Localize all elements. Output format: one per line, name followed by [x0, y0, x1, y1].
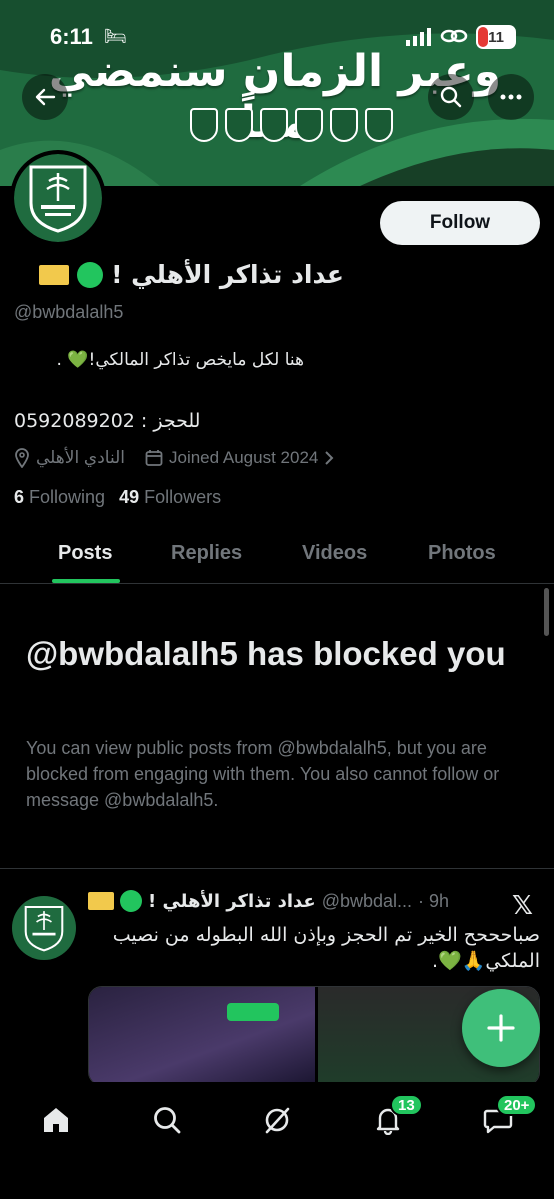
bottom-navigation: 13 20+ — [0, 1082, 554, 1199]
profile-bio-line1: هنا لكل مايخص تذاكر المالكي!💚 . — [56, 350, 304, 370]
notifications-badge: 13 — [390, 1094, 423, 1116]
club-crest-icon — [24, 905, 64, 952]
follow-button[interactable]: Follow — [380, 201, 540, 245]
compose-button[interactable] — [462, 989, 540, 1067]
link-icon — [440, 29, 468, 43]
profile-location: النادي الأهلي — [14, 448, 125, 468]
post-text: صباحححح الخير تم الحجز وبإذن الله البطول… — [112, 924, 540, 972]
messages-badge: 20+ — [496, 1094, 538, 1116]
location-text: النادي الأهلي — [36, 448, 125, 467]
profile-avatar[interactable] — [10, 150, 106, 246]
followers-label: Followers — [144, 487, 222, 507]
followers-link[interactable]: 49 Followers — [119, 487, 221, 508]
ticket-badge — [227, 1003, 279, 1021]
crest-icon — [260, 108, 288, 142]
ticket-icon — [39, 264, 70, 285]
status-bar: 6:11 🛏 11 — [0, 22, 554, 52]
followers-count: 49 — [119, 487, 140, 507]
follow-counts: 6 Following 49 Followers — [14, 487, 221, 508]
profile-bio-line2: للحجز : 0592089202 — [14, 410, 201, 432]
post-author-name-text: عداد تذاكر الأهلي ! — [148, 890, 316, 912]
scrollbar[interactable] — [544, 588, 549, 636]
post-author-handle: @bwbdal... — [321, 890, 413, 911]
display-name-text: عداد تذاكر الأهلي ! — [111, 260, 344, 289]
sleep-icon: 🛏 — [104, 26, 127, 46]
nav-grok[interactable] — [257, 1100, 297, 1140]
following-link[interactable]: 6 Following — [14, 487, 105, 508]
active-tab-indicator — [52, 579, 120, 583]
post-time: · 9h — [418, 890, 450, 911]
club-crest-icon — [29, 165, 87, 233]
following-count: 6 — [14, 487, 25, 507]
ticket-icon — [88, 892, 114, 910]
more-icon — [500, 94, 522, 100]
calendar-icon — [145, 450, 163, 466]
grok-icon — [265, 1107, 290, 1134]
signal-icon — [406, 28, 431, 46]
chevron-right-icon — [325, 451, 334, 465]
search-icon — [154, 1107, 181, 1134]
post-header: عداد تذاكر الأهلي ! @bwbdal... · 9h — [88, 890, 488, 912]
blocked-description: You can view public posts from @bwbdalal… — [26, 738, 500, 810]
post-author-name[interactable]: عداد تذاكر الأهلي ! — [88, 890, 316, 912]
joined-text: Joined August 2024 — [169, 448, 319, 467]
profile-tabs: Posts Replies Videos Photos — [0, 530, 554, 584]
tab-replies[interactable]: Replies — [171, 542, 242, 565]
location-pin-icon — [15, 448, 29, 468]
crest-icon — [190, 108, 218, 142]
tab-photos[interactable]: Photos — [428, 542, 496, 565]
profile-display-name: عداد تذاكر الأهلي ! — [14, 260, 344, 289]
crest-icon — [295, 108, 323, 142]
status-time: 6:11 — [50, 24, 93, 49]
x-logo-icon: 𝕏 — [512, 890, 533, 920]
tab-videos[interactable]: Videos — [302, 542, 367, 565]
nav-search[interactable] — [147, 1100, 187, 1140]
battery-level: 11 — [488, 28, 504, 46]
back-arrow-icon — [35, 88, 56, 106]
plus-icon — [487, 1014, 515, 1042]
more-options-button[interactable] — [488, 74, 534, 120]
home-icon — [44, 1108, 68, 1132]
media-image[interactable] — [89, 987, 315, 1085]
green-circle-icon — [120, 890, 142, 912]
profile-joined[interactable]: Joined August 2024 — [145, 448, 334, 468]
profile-meta: النادي الأهلي Joined August 2024 — [14, 448, 348, 468]
banner-crests — [190, 108, 393, 142]
crest-icon — [365, 108, 393, 142]
battery-icon: 11 — [476, 25, 516, 49]
profile-handle: @bwbdalalh5 — [14, 302, 124, 322]
green-circle-icon — [77, 261, 104, 288]
following-label: Following — [29, 487, 106, 507]
tab-posts[interactable]: Posts — [58, 542, 112, 565]
crest-icon — [225, 108, 253, 142]
search-button[interactable] — [428, 74, 474, 120]
divider — [0, 868, 554, 869]
post-author-avatar[interactable] — [12, 896, 76, 960]
nav-home[interactable] — [36, 1100, 76, 1140]
blocked-title: @bwbdalalh5 has blocked you — [26, 635, 506, 672]
back-button[interactable] — [22, 74, 68, 120]
search-icon — [440, 86, 462, 108]
crest-icon — [330, 108, 358, 142]
